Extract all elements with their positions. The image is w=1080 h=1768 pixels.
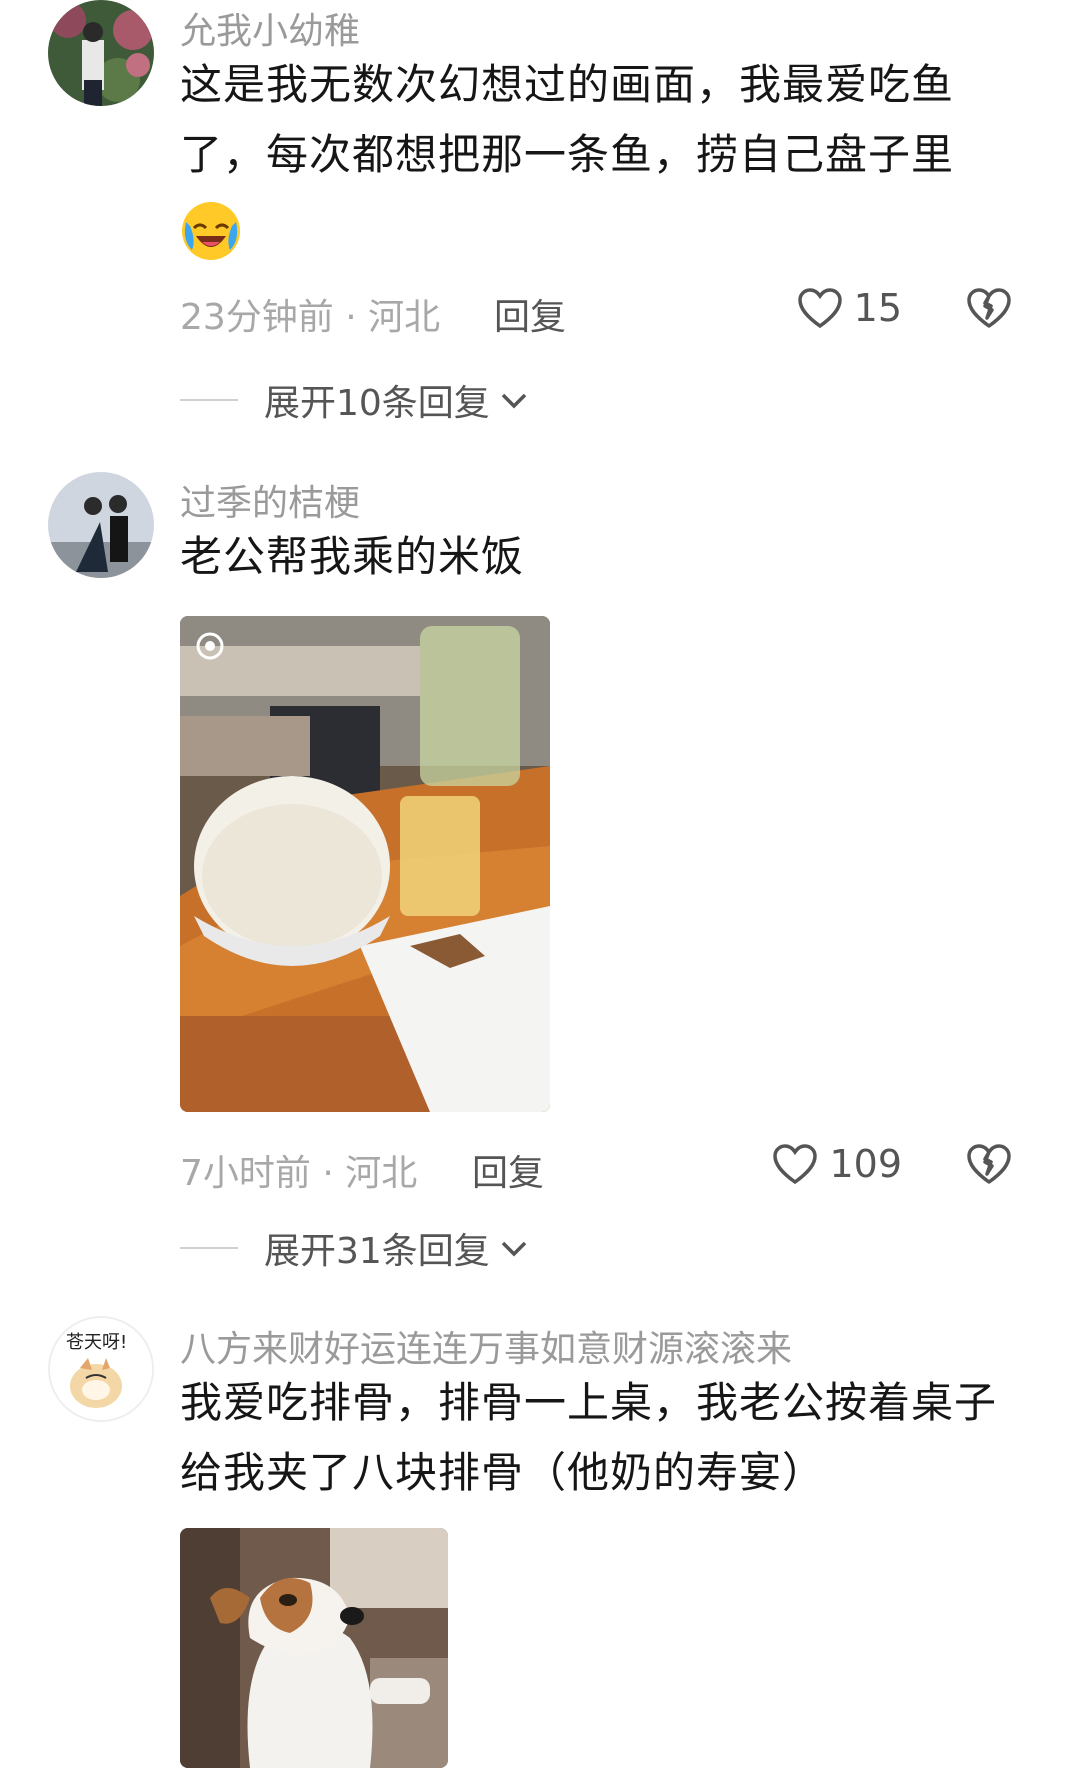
heart-icon bbox=[773, 1144, 818, 1185]
username[interactable]: 允我小幼稚 bbox=[180, 2, 360, 54]
broken-heart-icon bbox=[967, 1144, 1011, 1184]
divider bbox=[180, 1247, 238, 1249]
like-button[interactable]: 109 bbox=[771, 1142, 902, 1186]
expand-replies[interactable]: 展开10条回复 bbox=[180, 374, 530, 426]
comment-text: 老公帮我乘的米饭 bbox=[180, 532, 525, 581]
like-count: 15 bbox=[853, 286, 902, 330]
username[interactable]: 八方来财好运连连万事如意财源滚滚来 bbox=[180, 1320, 792, 1372]
like-count: 109 bbox=[829, 1142, 902, 1186]
comment-text: 这是我无数次幻想过的画面，我最爱吃鱼了，每次都想把那一条鱼，捞自己盘子里 bbox=[180, 60, 955, 179]
comment-text: 我爱吃排骨，排骨一上桌，我老公按着桌子给我夹了八块排骨（他奶的寿宴） bbox=[180, 1378, 998, 1497]
broken-heart-icon bbox=[967, 288, 1011, 328]
time-location: 23分钟前 · 河北 bbox=[180, 297, 441, 338]
dog-meme-photo[interactable] bbox=[180, 1528, 448, 1768]
like-button[interactable]: 15 bbox=[796, 286, 902, 330]
username[interactable]: 过季的桔梗 bbox=[180, 474, 360, 526]
avatar[interactable]: 苍天呀! bbox=[48, 1316, 154, 1422]
dislike-button[interactable] bbox=[965, 286, 1013, 334]
avatar-text: 苍天呀! bbox=[66, 1332, 127, 1353]
avatar[interactable] bbox=[48, 0, 154, 106]
rice-bowl-photo[interactable] bbox=[180, 616, 550, 1112]
avatar[interactable] bbox=[48, 472, 154, 578]
reply-button[interactable]: 回复 bbox=[494, 288, 566, 340]
divider bbox=[180, 399, 238, 401]
crying-laughing-emoji bbox=[180, 200, 242, 266]
expand-label: 展开10条回复 bbox=[264, 383, 490, 424]
chevron-down-icon bbox=[501, 1241, 527, 1257]
chevron-down-icon bbox=[501, 393, 527, 409]
time-location: 7小时前 · 河北 bbox=[180, 1153, 418, 1194]
expand-label: 展开31条回复 bbox=[264, 1231, 490, 1272]
reply-button[interactable]: 回复 bbox=[472, 1144, 544, 1196]
expand-replies[interactable]: 展开31条回复 bbox=[180, 1222, 530, 1274]
dislike-button[interactable] bbox=[965, 1142, 1013, 1190]
heart-icon bbox=[797, 288, 842, 329]
